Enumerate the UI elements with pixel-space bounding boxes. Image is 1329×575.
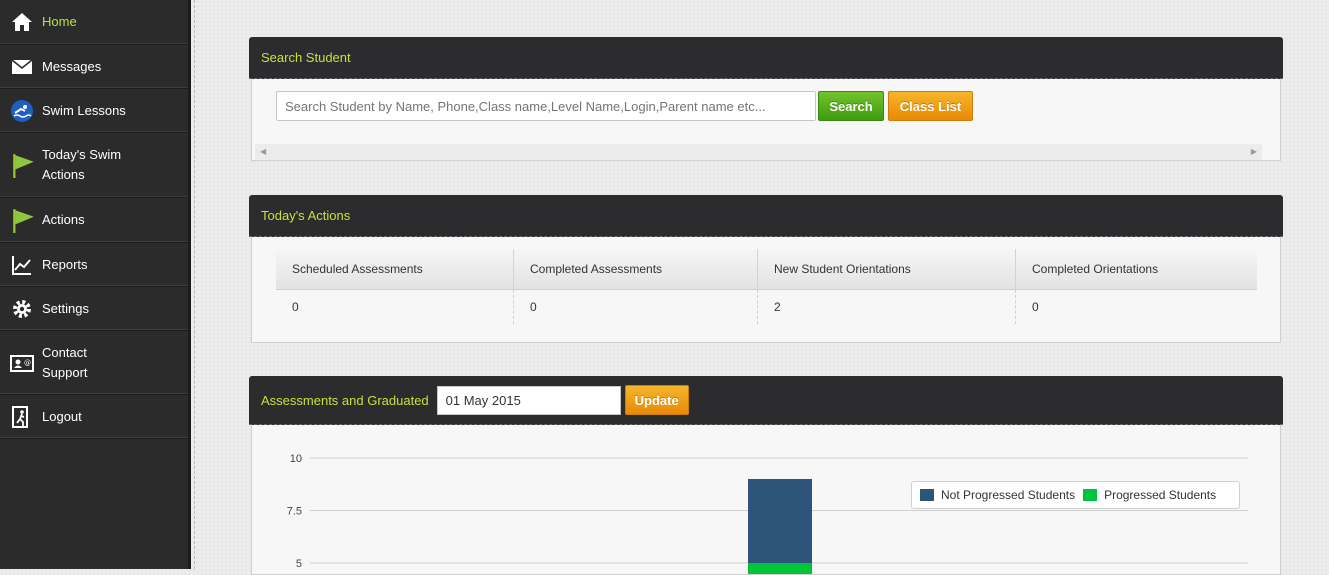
sidebar-item-label: Settings	[42, 300, 89, 316]
exit-icon	[12, 405, 28, 428]
sidebar-item-actions[interactable]: Actions	[0, 198, 188, 243]
content-divider	[194, 0, 195, 569]
table-cell: 2	[758, 290, 1016, 324]
sidebar-item-label: Actions	[42, 212, 85, 227]
panel-header: Search Student	[249, 37, 1283, 79]
y-tick-label: 5	[296, 558, 302, 570]
sidebar-item-label: Logout	[42, 408, 82, 424]
legend-item-progressed[interactable]: Progressed Students	[1083, 488, 1216, 502]
svg-text:@: @	[24, 359, 31, 367]
sidebar: Home Messages Swim Lessons Today's Swim …	[0, 0, 190, 569]
panel-title: Today's Actions	[261, 208, 351, 223]
panel-body: Search Class List ◀ ▶	[251, 79, 1281, 161]
panel-header: Today's Actions	[249, 195, 1283, 237]
swimmer-icon	[11, 99, 33, 122]
table-header-row: Scheduled Assessments Completed Assessme…	[276, 249, 1257, 290]
y-tick-label: 7.5	[287, 506, 302, 518]
chart-area: 10 7.5 5 Not Progressed Students Progresse…	[251, 425, 1281, 575]
scroll-left-icon[interactable]: ◀	[260, 147, 266, 156]
line-chart-icon	[12, 255, 31, 275]
column-header: Completed Orientations	[1032, 262, 1159, 276]
bar-not-progressed[interactable]	[748, 479, 812, 563]
table-cell: 0	[276, 290, 514, 324]
sidebar-item-contact-support[interactable]: @ Contact Support	[0, 331, 188, 395]
search-student-panel: Search Student Search Class List ◀ ▶	[249, 37, 1283, 161]
column-header: Completed Assessments	[514, 249, 758, 289]
legend-swatch	[1083, 489, 1098, 501]
sidebar-item-label: Swim Lessons	[42, 102, 126, 118]
sidebar-item-label: Today's Swim Actions	[42, 147, 122, 182]
horizontal-scrollbar[interactable]: ◀ ▶	[255, 144, 1262, 160]
sidebar-item-home[interactable]: Home	[0, 0, 188, 45]
date-input[interactable]	[436, 385, 621, 415]
column-header: New Student Orientations	[758, 249, 1016, 289]
panel-title: Assessments and Graduated	[261, 392, 429, 408]
panel-title: Search Student	[261, 50, 351, 65]
table-cell: 0	[514, 290, 758, 324]
sidebar-item-label: Reports	[42, 256, 88, 272]
envelope-icon	[11, 58, 33, 74]
sidebar-item-messages[interactable]: Messages	[0, 45, 188, 89]
sidebar-item-label: Home	[42, 14, 77, 29]
sidebar-item-label: Messages	[42, 58, 102, 74]
table-row: 0 0 2 0	[276, 290, 1257, 324]
flag-icon	[13, 154, 34, 178]
legend-item-not-progressed[interactable]: Not Progressed Students	[920, 488, 1075, 502]
legend-swatch	[920, 489, 934, 501]
search-button[interactable]: Search	[818, 91, 884, 121]
contact-card-icon: @	[10, 354, 34, 372]
sidebar-item-todays-swim-actions[interactable]: Today's Swim Actions	[0, 133, 188, 198]
legend-label: Not Progressed Students	[941, 488, 1076, 502]
bar-progressed[interactable]	[748, 563, 812, 575]
sidebar-item-reports[interactable]: Reports	[0, 243, 188, 287]
todays-actions-panel: Today's Actions Scheduled Assessments Co…	[249, 195, 1283, 343]
y-tick-label: 10	[290, 453, 302, 465]
assessments-graduated-panel: Assessments and Graduated Update 10 7.5 5 …	[249, 376, 1283, 575]
table-cell: 0	[1032, 300, 1039, 314]
sidebar-item-logout[interactable]: Logout	[0, 395, 188, 439]
scroll-right-icon[interactable]: ▶	[1251, 147, 1257, 156]
chart-legend: Not Progressed Students Progressed Stude…	[911, 481, 1240, 509]
legend-label: Progressed Students	[1104, 488, 1217, 502]
class-list-button[interactable]: Class List	[888, 91, 973, 121]
gear-icon	[13, 299, 31, 318]
sidebar-item-label: Contact Support	[42, 344, 88, 380]
actions-table: Scheduled Assessments Completed Assessme…	[276, 249, 1257, 324]
sidebar-item-swim-lessons[interactable]: Swim Lessons	[0, 89, 188, 133]
home-icon	[12, 13, 32, 31]
panel-body: Scheduled Assessments Completed Assessme…	[251, 237, 1281, 343]
panel-header: Assessments and Graduated Update	[249, 376, 1283, 425]
search-student-input[interactable]	[276, 91, 816, 121]
update-button[interactable]: Update	[624, 385, 689, 415]
sidebar-item-settings[interactable]: Settings	[0, 287, 188, 331]
flag-icon	[13, 209, 34, 233]
column-header: Scheduled Assessments	[276, 249, 514, 289]
sidebar-edge	[188, 0, 191, 569]
